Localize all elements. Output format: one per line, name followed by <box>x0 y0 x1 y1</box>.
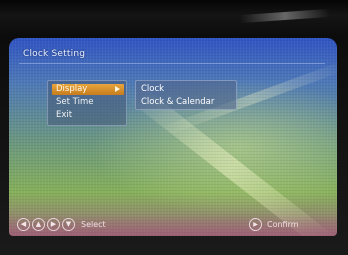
select-hint-label: Select <box>81 220 106 229</box>
confirm-button-icon[interactable]: ▶ <box>249 218 262 231</box>
menu-item-label: Set Time <box>56 97 94 107</box>
confirm-hint-label: Confirm <box>267 220 299 229</box>
help-bar: ◀ ▲ ▶ ▼ Select ▶ Confirm <box>9 214 337 236</box>
screen-texture <box>9 38 337 236</box>
page-title: Clock Setting <box>23 49 86 59</box>
menu-item-label: Exit <box>56 110 73 120</box>
submenu-item-clock-calendar[interactable]: Clock & Calendar <box>141 96 235 108</box>
menu-item-label: Display <box>56 84 88 94</box>
menu-item-set-time[interactable]: Set Time <box>52 97 124 108</box>
tv-screen: Clock Setting Display Set Time Exit Cloc… <box>9 38 337 236</box>
display-submenu: Clock Clock & Calendar <box>135 80 237 110</box>
down-arrow-icon[interactable]: ▼ <box>62 218 75 231</box>
title-divider <box>19 63 325 64</box>
left-arrow-icon[interactable]: ◀ <box>17 218 30 231</box>
submenu-arrow-icon <box>115 86 120 92</box>
right-arrow-icon[interactable]: ▶ <box>47 218 60 231</box>
up-arrow-icon[interactable]: ▲ <box>32 218 45 231</box>
bezel-glare <box>239 8 331 24</box>
menu-item-display[interactable]: Display <box>52 84 124 95</box>
submenu-item-clock[interactable]: Clock <box>141 83 235 95</box>
menu-item-exit[interactable]: Exit <box>52 110 124 121</box>
clock-setting-menu: Display Set Time Exit <box>47 80 127 126</box>
